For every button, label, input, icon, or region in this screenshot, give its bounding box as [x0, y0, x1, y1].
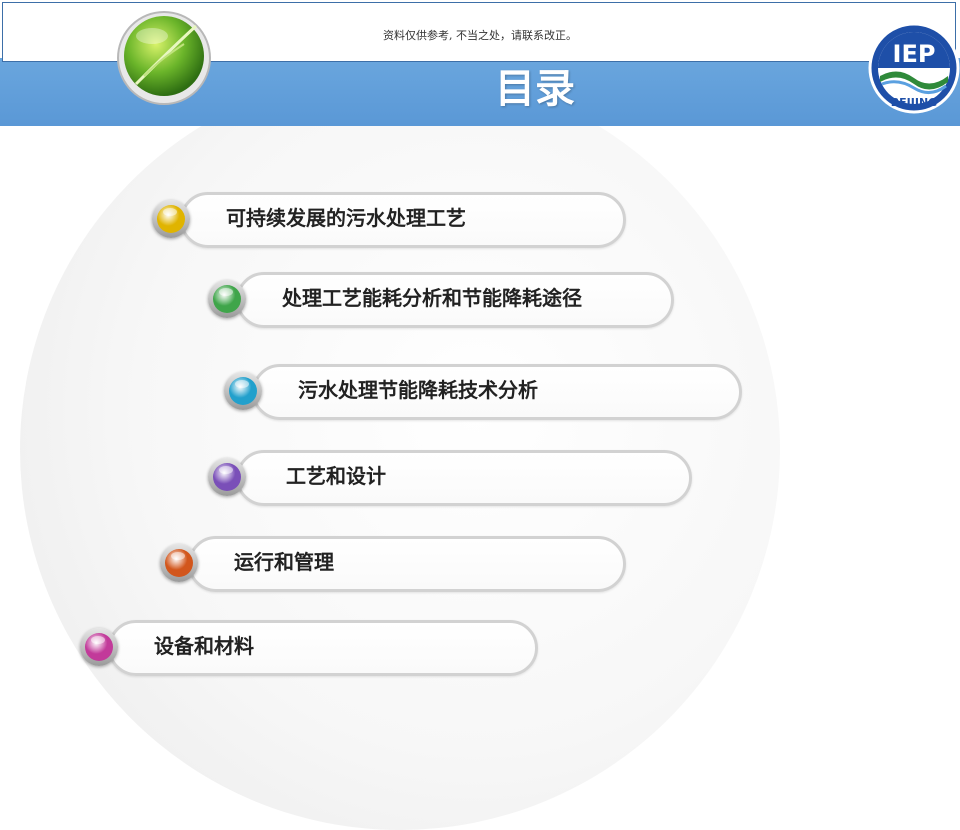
- bullet-icon: [160, 544, 198, 582]
- toc-label: 可持续发展的污水处理工艺: [226, 206, 466, 230]
- bullet-dot: [157, 205, 185, 233]
- logo-top-text: IEP: [893, 40, 936, 68]
- bullet-icon: [152, 200, 190, 238]
- toc-label: 运行和管理: [234, 550, 334, 574]
- logo-bottom-text: BEIJING: [891, 96, 937, 109]
- bullet-dot: [213, 285, 241, 313]
- bullet-icon: [224, 372, 262, 410]
- toc-item[interactable]: 处理工艺能耗分析和节能降耗途径: [208, 272, 674, 328]
- bullet-dot: [165, 549, 193, 577]
- toc-label: 设备和材料: [154, 634, 254, 658]
- bullet-dot: [229, 377, 257, 405]
- bullet-dot: [85, 633, 113, 661]
- toc-item[interactable]: 可持续发展的污水处理工艺: [152, 192, 626, 248]
- toc-label: 工艺和设计: [286, 464, 386, 488]
- toc-label: 处理工艺能耗分析和节能降耗途径: [282, 286, 582, 310]
- bullet-icon: [80, 628, 118, 666]
- bullet-icon: [208, 280, 246, 318]
- toc-item[interactable]: 污水处理节能降耗技术分析: [224, 364, 742, 420]
- toc-item[interactable]: 设备和材料: [80, 620, 538, 676]
- toc-item[interactable]: 运行和管理: [160, 536, 626, 592]
- bullet-icon: [208, 458, 246, 496]
- toc-label: 污水处理节能降耗技术分析: [298, 378, 538, 402]
- toc-item[interactable]: 工艺和设计: [208, 450, 692, 506]
- bullet-dot: [213, 463, 241, 491]
- page-title: 目录: [495, 66, 575, 112]
- leaf-logo-icon: [114, 6, 214, 106]
- iep-beijing-logo-icon: IEP BEIJING: [868, 20, 960, 116]
